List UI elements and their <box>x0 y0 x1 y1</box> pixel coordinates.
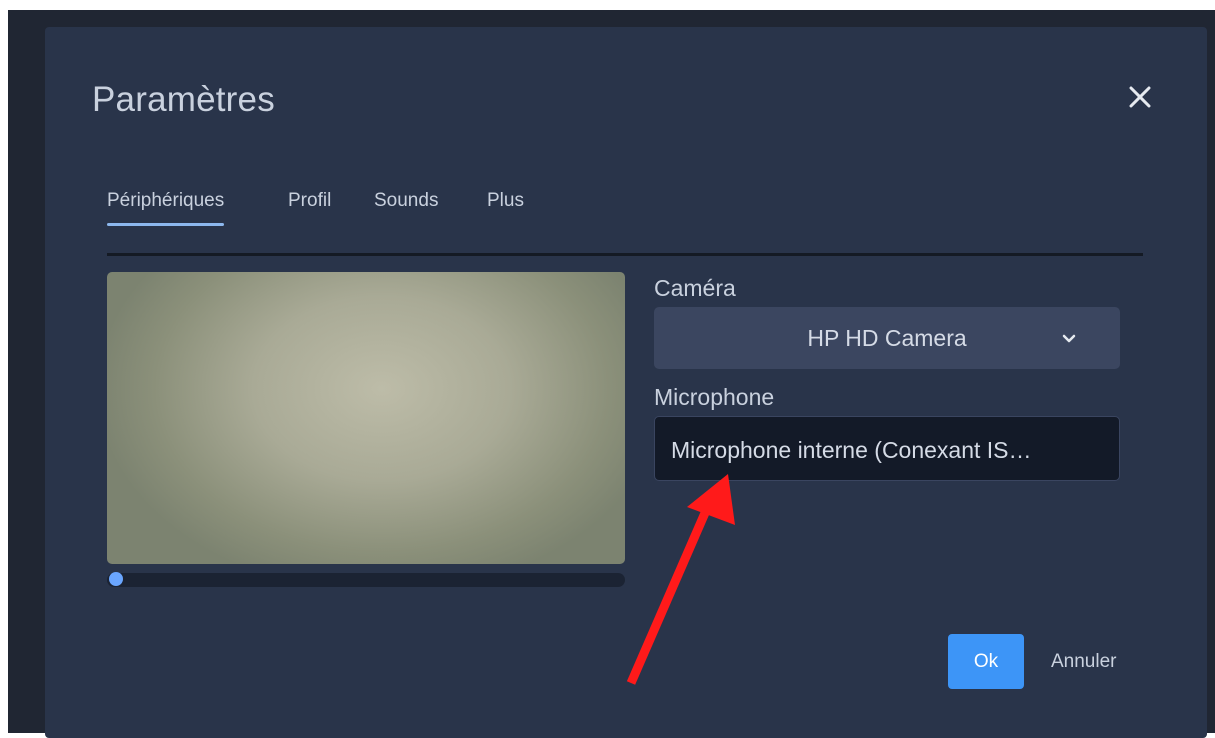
microphone-select-value: Microphone interne (Conexant IS… <box>671 437 1032 463</box>
tab-sounds[interactable]: Sounds <box>374 190 438 212</box>
tabs-divider <box>107 253 1143 256</box>
camera-select-value: HP HD Camera <box>807 325 967 351</box>
screenshot-margin-top <box>0 0 1215 10</box>
microphone-select[interactable]: Microphone interne (Conexant IS… <box>654 416 1120 481</box>
screenshot-margin-left <box>0 10 8 738</box>
cancel-button[interactable]: Annuler <box>1051 651 1117 673</box>
microphone-label: Microphone <box>654 384 775 410</box>
chevron-down-icon <box>1062 334 1076 343</box>
tab-plus[interactable]: Plus <box>487 190 524 212</box>
close-icon <box>1129 86 1151 108</box>
ok-button[interactable]: Ok <box>948 634 1024 689</box>
audio-level-indicator <box>109 572 123 586</box>
dialog-title: Paramètres <box>92 80 275 119</box>
audio-level-meter <box>107 573 625 587</box>
tab-peripheriques[interactable]: Périphériques <box>107 190 225 226</box>
camera-preview <box>107 272 625 564</box>
settings-tabs: Périphériques Profil Sounds Plus <box>107 190 1143 230</box>
camera-label: Caméra <box>654 275 736 301</box>
camera-select[interactable]: HP HD Camera <box>654 307 1120 369</box>
tab-profil[interactable]: Profil <box>288 190 331 212</box>
close-button[interactable] <box>1120 77 1160 117</box>
settings-dialog: Paramètres Périphériques Profil Sounds P… <box>45 27 1207 738</box>
